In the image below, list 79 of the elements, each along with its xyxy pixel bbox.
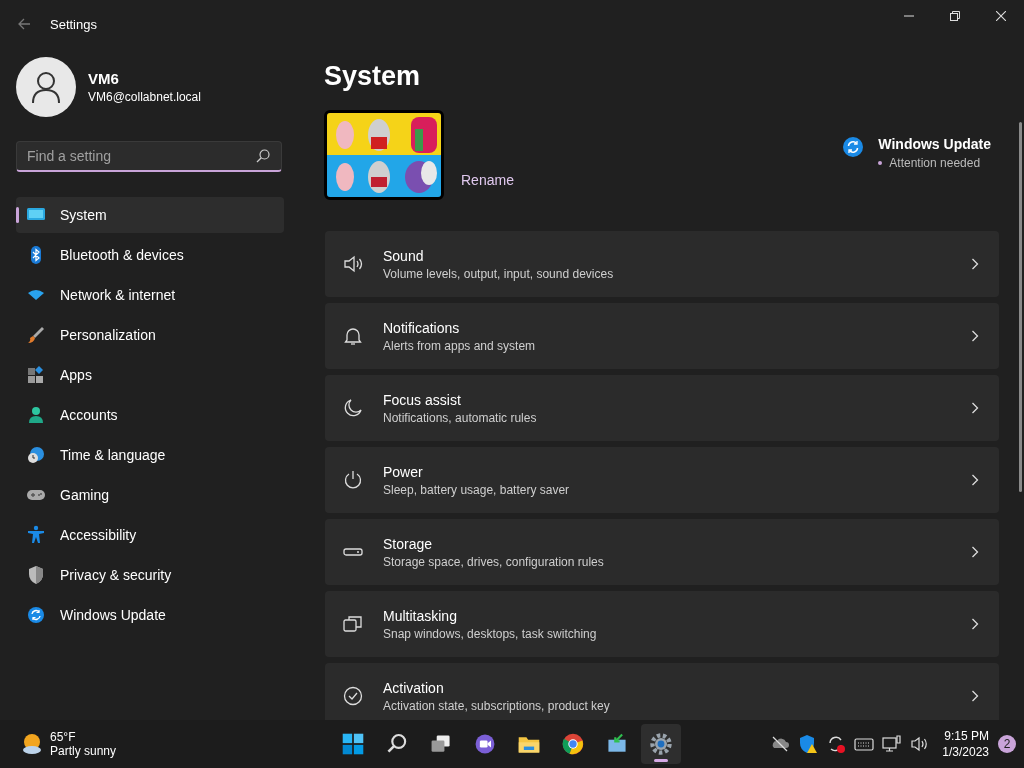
update-title[interactable]: Windows Update xyxy=(878,136,991,152)
check-circle-icon xyxy=(343,686,363,706)
close-icon xyxy=(996,11,1006,21)
nav-item[interactable]: Accounts xyxy=(16,397,284,433)
card-subtitle: Storage space, drives, configuration rules xyxy=(383,554,605,569)
sync-icon xyxy=(842,136,865,158)
nav-item[interactable]: Time & language xyxy=(16,437,284,473)
shield-icon xyxy=(26,565,46,585)
windows-icon xyxy=(343,614,363,634)
user-email: VM6@collabnet.local xyxy=(88,90,201,104)
chevron-right-icon xyxy=(971,330,979,342)
moon-icon xyxy=(343,398,363,418)
settings-card[interactable]: Multitasking Snap windows, desktops, task switching xyxy=(325,591,999,657)
chevron-right-icon xyxy=(971,258,979,270)
brush-icon xyxy=(26,325,46,345)
rename-link[interactable]: Rename xyxy=(461,172,514,188)
person-icon xyxy=(31,71,61,103)
nav-item[interactable]: Accessibility xyxy=(16,517,284,553)
accessibility-icon xyxy=(26,525,46,545)
settings-card[interactable]: Notifications Alerts from apps and system xyxy=(325,303,999,369)
video-chat-icon xyxy=(473,732,497,756)
card-title: Multitasking xyxy=(383,607,458,624)
speaker-icon xyxy=(343,254,363,274)
nav-item[interactable]: Privacy & security xyxy=(16,557,284,593)
settings-card[interactable]: Sound Volume levels, output, input, sound devices xyxy=(325,231,999,297)
user-name: VM6 xyxy=(88,70,120,87)
card-title: Storage xyxy=(383,535,434,552)
card-subtitle: Notifications, automatic rules xyxy=(383,410,538,425)
card-subtitle: Snap windows, desktops, task switching xyxy=(383,626,598,641)
card-subtitle: Activation state, subscriptions, product key xyxy=(383,698,611,713)
chevron-right-icon xyxy=(971,618,979,630)
restore-icon xyxy=(950,11,960,21)
clock-date[interactable]: 1/3/2023 xyxy=(942,744,989,760)
card-title: Sound xyxy=(383,247,425,264)
settings-card[interactable]: Activation Activation state, subscriptions, product key xyxy=(325,663,999,720)
card-title: Power xyxy=(383,463,424,480)
apps-icon xyxy=(26,365,46,385)
chevron-right-icon xyxy=(971,402,979,414)
chevron-right-icon xyxy=(971,474,979,486)
window-title: Settings xyxy=(50,16,97,32)
settings-card[interactable]: Focus assist Notifications, automatic rules xyxy=(325,375,999,441)
card-subtitle: Alerts from apps and system xyxy=(383,338,537,353)
temperature[interactable]: 65°F xyxy=(50,730,117,744)
search-field[interactable]: Find a setting xyxy=(16,141,282,172)
gear-icon xyxy=(649,732,673,756)
nav-item[interactable]: Windows Update xyxy=(16,597,284,633)
card-subtitle: Sleep, battery usage, battery saver xyxy=(383,482,571,497)
card-title: Activation xyxy=(383,679,445,696)
page-title: System xyxy=(324,61,422,91)
nav-item[interactable]: Gaming xyxy=(16,477,284,513)
update-status: Attention needed xyxy=(889,156,981,170)
nav-item[interactable]: Apps xyxy=(16,357,284,393)
clock-globe-icon xyxy=(26,445,46,465)
power-icon xyxy=(343,470,363,490)
back-icon[interactable] xyxy=(17,17,31,31)
search-icon xyxy=(256,149,270,163)
card-subtitle: Volume levels, output, input, sound devices xyxy=(383,266,615,281)
settings-card[interactable]: Power Sleep, battery usage, battery saver xyxy=(325,447,999,513)
sync-icon xyxy=(26,605,46,625)
clock-time[interactable]: 9:15 PM xyxy=(942,728,989,744)
settings-card[interactable]: Storage Storage space, drives, configuration rules xyxy=(325,519,999,585)
start-icon xyxy=(341,732,365,756)
chevron-right-icon xyxy=(971,546,979,558)
card-title: Focus assist xyxy=(383,391,462,408)
person-icon xyxy=(26,405,46,425)
card-title: Notifications xyxy=(383,319,461,336)
nav-item[interactable]: Bluetooth & devices xyxy=(16,237,284,273)
weather-icon xyxy=(20,732,44,756)
nav-item[interactable]: System xyxy=(16,197,284,233)
weather-condition[interactable]: Partly sunny xyxy=(50,744,117,758)
bell-icon xyxy=(343,326,363,346)
chevron-right-icon xyxy=(971,690,979,702)
notification-badge[interactable]: 2 xyxy=(998,735,1016,753)
browser-icon xyxy=(561,732,585,756)
nav-item[interactable]: Personalization xyxy=(16,317,284,353)
status-dot xyxy=(878,161,883,165)
scrollbar[interactable] xyxy=(1019,122,1022,492)
taskbar-app[interactable] xyxy=(641,724,681,764)
nav-item[interactable]: Network & internet xyxy=(16,277,284,313)
